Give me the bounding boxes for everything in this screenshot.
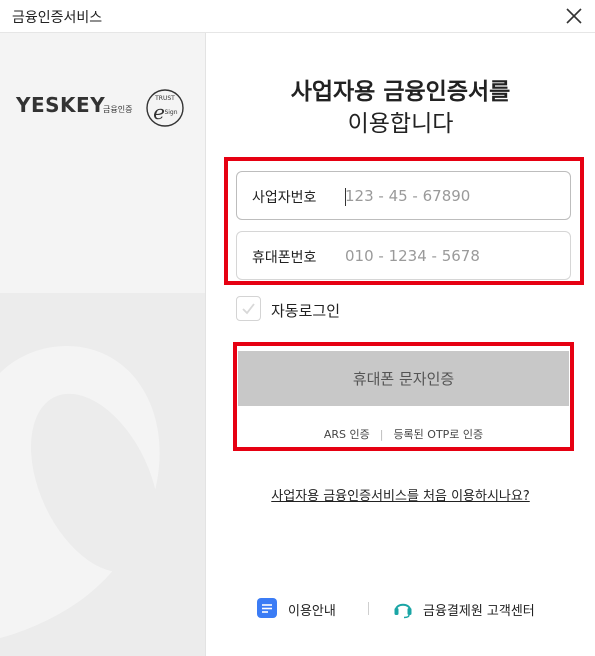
heading-line-1: 사업자용 금융인증서를 bbox=[290, 79, 511, 105]
document-icon bbox=[257, 598, 277, 618]
link-divider: | bbox=[379, 428, 384, 441]
footer-divider bbox=[368, 602, 369, 615]
phone-number-field[interactable]: 휴대폰번호 bbox=[236, 231, 571, 280]
ars-auth-link[interactable]: ARS 인증 bbox=[324, 428, 370, 441]
background-decoration bbox=[0, 293, 205, 656]
auto-login-label: 자동로그인 bbox=[271, 302, 341, 320]
title-bar: 금융인증서비스 bbox=[0, 0, 595, 33]
checkmark-icon bbox=[242, 303, 255, 315]
phone-number-label: 휴대폰번호 bbox=[252, 250, 317, 266]
close-icon[interactable] bbox=[563, 5, 585, 27]
heading-line-2: 이용합니다 bbox=[347, 111, 454, 137]
business-number-input[interactable] bbox=[345, 182, 560, 210]
footer: 이용안내 금융결제원 고객센터 bbox=[256, 597, 576, 621]
business-number-field[interactable]: 사업자번호 bbox=[236, 171, 571, 220]
brand-logo: YESKEY 금융인증 TRUST e Sign bbox=[16, 89, 196, 139]
first-time-link[interactable]: 사업자용 금융인증서비스를 처음 이용하시나요? bbox=[271, 489, 530, 504]
sms-auth-button[interactable]: 휴대폰 문자인증 bbox=[238, 351, 569, 406]
otp-auth-link[interactable]: 등록된 OTP로 인증 bbox=[393, 428, 483, 441]
window-title: 금융인증서비스 bbox=[12, 10, 103, 26]
customer-center-link[interactable]: 금융결제원 고객센터 bbox=[423, 600, 535, 619]
first-time-help: 사업자용 금융인증서비스를 처음 이용하시나요? bbox=[206, 485, 595, 504]
brand-sub-label: 금융인증 bbox=[103, 105, 133, 114]
business-number-label: 사업자번호 bbox=[252, 190, 317, 206]
svg-text:Sign: Sign bbox=[164, 109, 177, 116]
auto-login-checkbox[interactable] bbox=[236, 296, 261, 321]
trust-esign-icon: TRUST e Sign bbox=[146, 89, 184, 127]
brand-wordmark: YESKEY bbox=[16, 93, 106, 117]
usage-guide-link[interactable]: 이용안내 bbox=[288, 600, 336, 619]
phone-number-input[interactable] bbox=[345, 242, 560, 270]
text-cursor bbox=[345, 188, 346, 206]
svg-text:e: e bbox=[153, 100, 165, 124]
headset-icon bbox=[394, 603, 412, 619]
side-panel: YESKEY 금융인증 TRUST e Sign bbox=[0, 33, 206, 656]
alternative-auth-links: ARS 인증 | 등록된 OTP로 인증 bbox=[238, 426, 569, 442]
